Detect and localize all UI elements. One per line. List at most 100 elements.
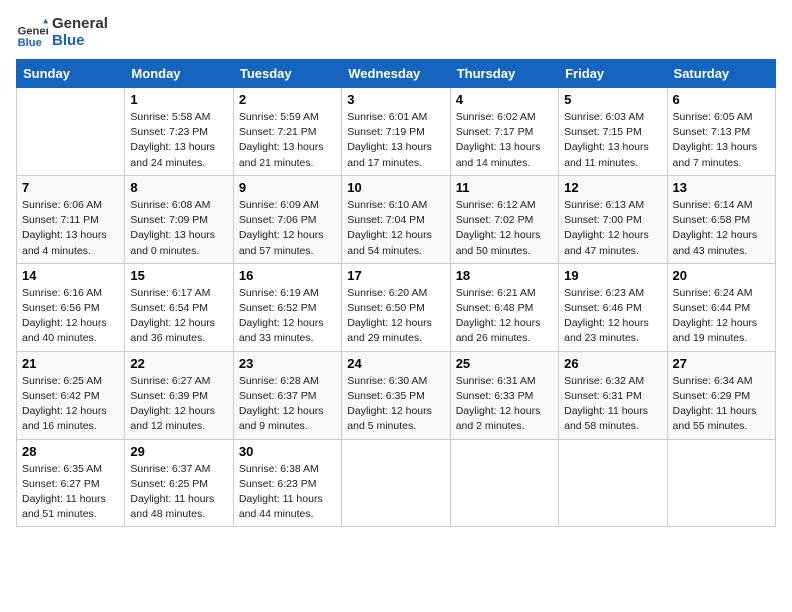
calendar-cell: [450, 439, 558, 527]
calendar-cell: 5 Sunrise: 6:03 AM Sunset: 7:15 PM Dayli…: [559, 88, 667, 176]
calendar-cell: 29 Sunrise: 6:37 AM Sunset: 6:25 PM Dayl…: [125, 439, 233, 527]
calendar-cell: 13 Sunrise: 6:14 AM Sunset: 6:58 PM Dayl…: [667, 175, 775, 263]
day-info: Sunrise: 6:27 AM Sunset: 6:39 PM Dayligh…: [130, 374, 227, 435]
calendar-cell: 15 Sunrise: 6:17 AM Sunset: 6:54 PM Dayl…: [125, 263, 233, 351]
day-info: Sunrise: 6:37 AM Sunset: 6:25 PM Dayligh…: [130, 462, 227, 523]
calendar-cell: [667, 439, 775, 527]
calendar-cell: 19 Sunrise: 6:23 AM Sunset: 6:46 PM Dayl…: [559, 263, 667, 351]
logo: General Blue General Blue: [16, 16, 108, 49]
day-number: 6: [673, 92, 770, 107]
day-info: Sunrise: 6:09 AM Sunset: 7:06 PM Dayligh…: [239, 198, 336, 259]
day-info: Sunrise: 5:59 AM Sunset: 7:21 PM Dayligh…: [239, 110, 336, 171]
day-info: Sunrise: 6:03 AM Sunset: 7:15 PM Dayligh…: [564, 110, 661, 171]
calendar-cell: 10 Sunrise: 6:10 AM Sunset: 7:04 PM Dayl…: [342, 175, 450, 263]
logo-line2: Blue: [52, 33, 108, 50]
day-info: Sunrise: 6:23 AM Sunset: 6:46 PM Dayligh…: [564, 286, 661, 347]
calendar-cell: 11 Sunrise: 6:12 AM Sunset: 7:02 PM Dayl…: [450, 175, 558, 263]
calendar-cell: 17 Sunrise: 6:20 AM Sunset: 6:50 PM Dayl…: [342, 263, 450, 351]
day-number: 28: [22, 444, 119, 459]
day-info: Sunrise: 6:08 AM Sunset: 7:09 PM Dayligh…: [130, 198, 227, 259]
calendar-cell: 26 Sunrise: 6:32 AM Sunset: 6:31 PM Dayl…: [559, 351, 667, 439]
day-number: 8: [130, 180, 227, 195]
week-row-1: 1 Sunrise: 5:58 AM Sunset: 7:23 PM Dayli…: [17, 88, 776, 176]
day-info: Sunrise: 6:14 AM Sunset: 6:58 PM Dayligh…: [673, 198, 770, 259]
logo-icon: General Blue: [16, 17, 48, 49]
day-info: Sunrise: 6:10 AM Sunset: 7:04 PM Dayligh…: [347, 198, 444, 259]
calendar-cell: 30 Sunrise: 6:38 AM Sunset: 6:23 PM Dayl…: [233, 439, 341, 527]
calendar-cell: [17, 88, 125, 176]
svg-text:Blue: Blue: [18, 36, 42, 48]
header-day-thursday: Thursday: [450, 60, 558, 88]
calendar-cell: 23 Sunrise: 6:28 AM Sunset: 6:37 PM Dayl…: [233, 351, 341, 439]
week-row-3: 14 Sunrise: 6:16 AM Sunset: 6:56 PM Dayl…: [17, 263, 776, 351]
day-number: 2: [239, 92, 336, 107]
day-number: 20: [673, 268, 770, 283]
calendar-cell: 8 Sunrise: 6:08 AM Sunset: 7:09 PM Dayli…: [125, 175, 233, 263]
header-day-sunday: Sunday: [17, 60, 125, 88]
day-number: 22: [130, 356, 227, 371]
day-info: Sunrise: 6:05 AM Sunset: 7:13 PM Dayligh…: [673, 110, 770, 171]
day-number: 4: [456, 92, 553, 107]
calendar-cell: 2 Sunrise: 5:59 AM Sunset: 7:21 PM Dayli…: [233, 88, 341, 176]
calendar-cell: 3 Sunrise: 6:01 AM Sunset: 7:19 PM Dayli…: [342, 88, 450, 176]
week-row-2: 7 Sunrise: 6:06 AM Sunset: 7:11 PM Dayli…: [17, 175, 776, 263]
day-number: 23: [239, 356, 336, 371]
day-info: Sunrise: 6:13 AM Sunset: 7:00 PM Dayligh…: [564, 198, 661, 259]
day-number: 21: [22, 356, 119, 371]
day-number: 5: [564, 92, 661, 107]
calendar-cell: 24 Sunrise: 6:30 AM Sunset: 6:35 PM Dayl…: [342, 351, 450, 439]
day-number: 27: [673, 356, 770, 371]
day-number: 7: [22, 180, 119, 195]
day-info: Sunrise: 6:16 AM Sunset: 6:56 PM Dayligh…: [22, 286, 119, 347]
day-info: Sunrise: 6:31 AM Sunset: 6:33 PM Dayligh…: [456, 374, 553, 435]
header-day-wednesday: Wednesday: [342, 60, 450, 88]
calendar-cell: 4 Sunrise: 6:02 AM Sunset: 7:17 PM Dayli…: [450, 88, 558, 176]
day-info: Sunrise: 6:21 AM Sunset: 6:48 PM Dayligh…: [456, 286, 553, 347]
calendar-table: SundayMondayTuesdayWednesdayThursdayFrid…: [16, 59, 776, 527]
day-info: Sunrise: 6:38 AM Sunset: 6:23 PM Dayligh…: [239, 462, 336, 523]
calendar-cell: 22 Sunrise: 6:27 AM Sunset: 6:39 PM Dayl…: [125, 351, 233, 439]
day-number: 17: [347, 268, 444, 283]
calendar-cell: 18 Sunrise: 6:21 AM Sunset: 6:48 PM Dayl…: [450, 263, 558, 351]
calendar-cell: 14 Sunrise: 6:16 AM Sunset: 6:56 PM Dayl…: [17, 263, 125, 351]
day-number: 11: [456, 180, 553, 195]
calendar-cell: 12 Sunrise: 6:13 AM Sunset: 7:00 PM Dayl…: [559, 175, 667, 263]
day-info: Sunrise: 6:28 AM Sunset: 6:37 PM Dayligh…: [239, 374, 336, 435]
calendar-cell: 9 Sunrise: 6:09 AM Sunset: 7:06 PM Dayli…: [233, 175, 341, 263]
calendar-cell: 1 Sunrise: 5:58 AM Sunset: 7:23 PM Dayli…: [125, 88, 233, 176]
page-header: General Blue General Blue: [16, 16, 776, 49]
day-number: 12: [564, 180, 661, 195]
svg-text:General: General: [18, 25, 48, 37]
day-info: Sunrise: 6:06 AM Sunset: 7:11 PM Dayligh…: [22, 198, 119, 259]
day-number: 25: [456, 356, 553, 371]
day-number: 1: [130, 92, 227, 107]
header-day-monday: Monday: [125, 60, 233, 88]
week-row-4: 21 Sunrise: 6:25 AM Sunset: 6:42 PM Dayl…: [17, 351, 776, 439]
day-number: 3: [347, 92, 444, 107]
day-info: Sunrise: 6:30 AM Sunset: 6:35 PM Dayligh…: [347, 374, 444, 435]
header-day-tuesday: Tuesday: [233, 60, 341, 88]
calendar-cell: 7 Sunrise: 6:06 AM Sunset: 7:11 PM Dayli…: [17, 175, 125, 263]
day-number: 26: [564, 356, 661, 371]
calendar-cell: 21 Sunrise: 6:25 AM Sunset: 6:42 PM Dayl…: [17, 351, 125, 439]
calendar-cell: 16 Sunrise: 6:19 AM Sunset: 6:52 PM Dayl…: [233, 263, 341, 351]
day-info: Sunrise: 6:19 AM Sunset: 6:52 PM Dayligh…: [239, 286, 336, 347]
day-info: Sunrise: 6:32 AM Sunset: 6:31 PM Dayligh…: [564, 374, 661, 435]
week-row-5: 28 Sunrise: 6:35 AM Sunset: 6:27 PM Dayl…: [17, 439, 776, 527]
day-info: Sunrise: 6:34 AM Sunset: 6:29 PM Dayligh…: [673, 374, 770, 435]
day-number: 10: [347, 180, 444, 195]
day-number: 18: [456, 268, 553, 283]
day-number: 19: [564, 268, 661, 283]
calendar-cell: 25 Sunrise: 6:31 AM Sunset: 6:33 PM Dayl…: [450, 351, 558, 439]
day-number: 16: [239, 268, 336, 283]
calendar-cell: 27 Sunrise: 6:34 AM Sunset: 6:29 PM Dayl…: [667, 351, 775, 439]
day-info: Sunrise: 6:35 AM Sunset: 6:27 PM Dayligh…: [22, 462, 119, 523]
header-day-saturday: Saturday: [667, 60, 775, 88]
day-number: 24: [347, 356, 444, 371]
day-number: 29: [130, 444, 227, 459]
calendar-cell: 28 Sunrise: 6:35 AM Sunset: 6:27 PM Dayl…: [17, 439, 125, 527]
day-info: Sunrise: 6:01 AM Sunset: 7:19 PM Dayligh…: [347, 110, 444, 171]
logo-line1: General: [52, 16, 108, 33]
day-number: 13: [673, 180, 770, 195]
day-info: Sunrise: 6:17 AM Sunset: 6:54 PM Dayligh…: [130, 286, 227, 347]
